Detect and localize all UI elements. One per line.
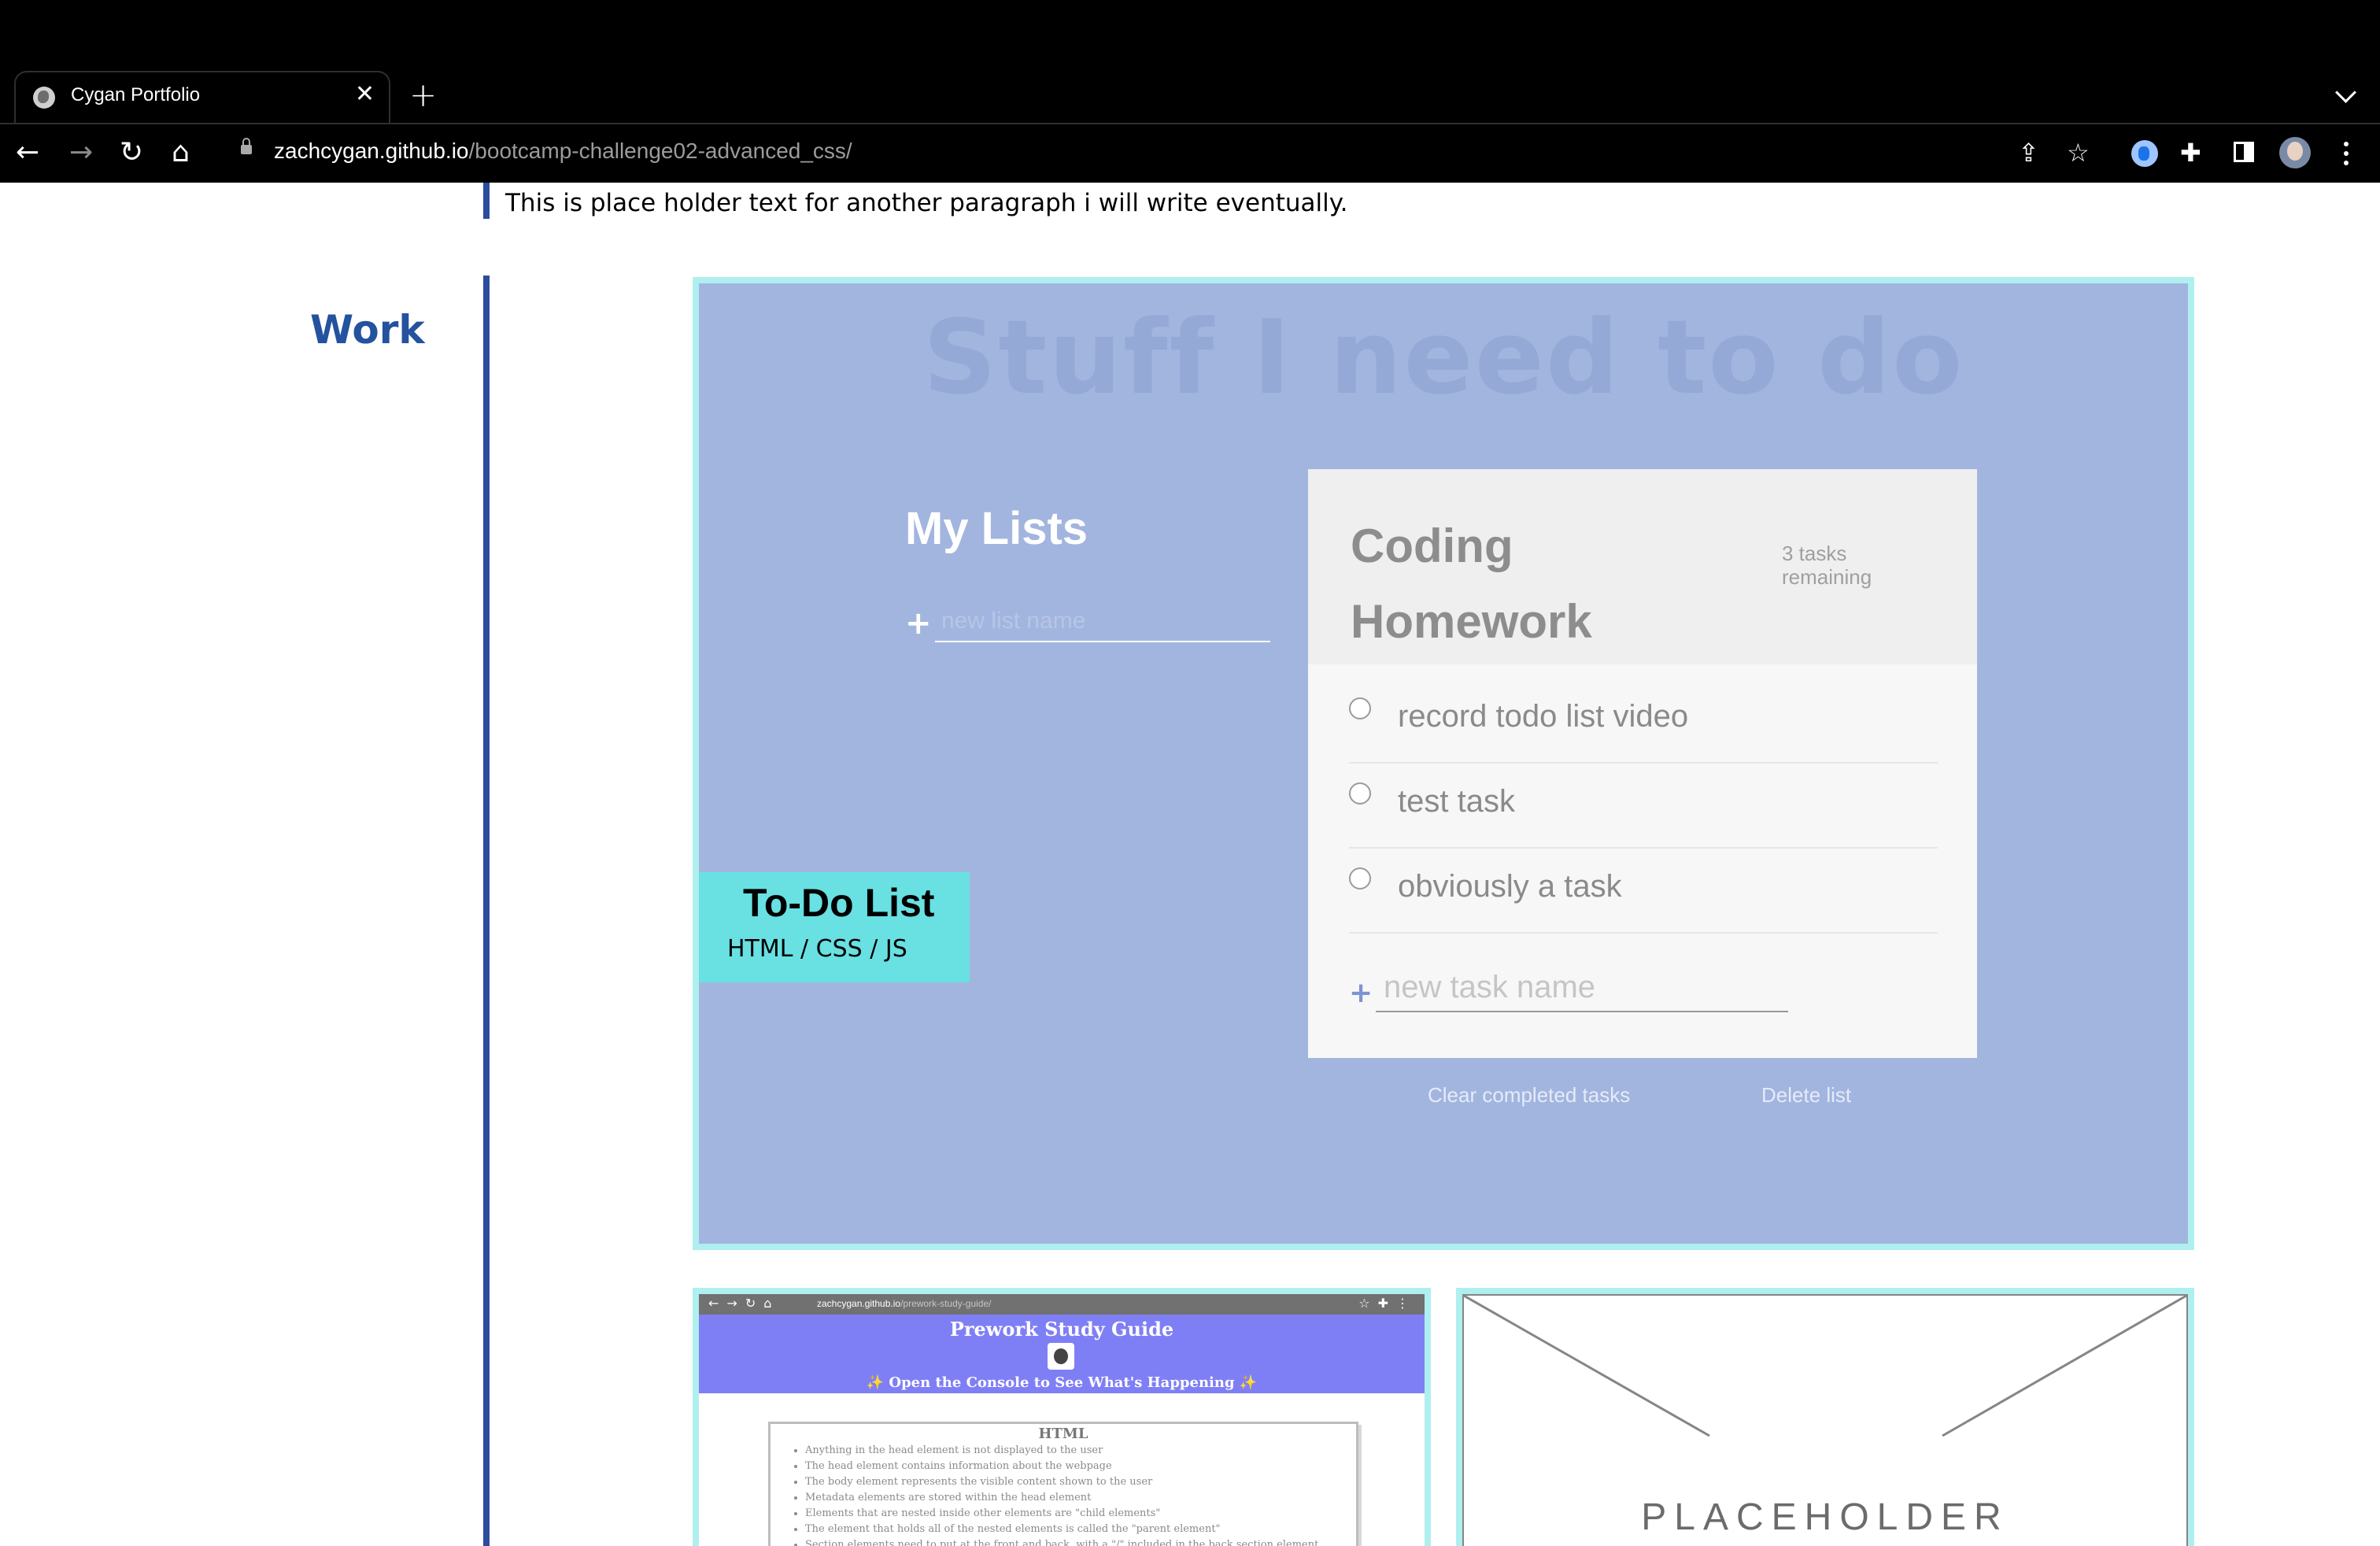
work-accent-bar bbox=[483, 276, 490, 1546]
home-icon[interactable]: ⌂ bbox=[172, 134, 190, 172]
task-checkbox[interactable] bbox=[1349, 867, 1371, 890]
address-bar[interactable]: zachcygan.github.io/bootcamp-challenge02… bbox=[274, 139, 852, 164]
task-label: record todo list video bbox=[1398, 699, 1689, 734]
extension-globe-icon[interactable] bbox=[2131, 140, 2158, 167]
list-item: The head element contains information ab… bbox=[805, 1459, 1318, 1474]
mini-url: zachcygan.github.io/prework-study-guide/ bbox=[817, 1298, 991, 1309]
bookmark-star-icon[interactable]: ☆ bbox=[2067, 134, 2090, 172]
url-path: /bootcamp-challenge02-advanced_css/ bbox=[468, 139, 852, 163]
mini-url-path: /prework-study-guide/ bbox=[900, 1298, 992, 1309]
globe-icon bbox=[33, 87, 55, 109]
browser-menu-icon[interactable] bbox=[2344, 142, 2349, 165]
project-thumbnail-placeholder[interactable]: PLACEHOLDER bbox=[1456, 1288, 2194, 1546]
task-label: obviously a task bbox=[1398, 869, 1622, 904]
about-paragraph: This is place holder text for another pa… bbox=[505, 189, 1348, 217]
tasks-remaining: 3 tasks remaining bbox=[1782, 542, 1872, 589]
task-item[interactable]: obviously a task bbox=[1349, 850, 1938, 934]
todo-list-header: Coding Homework 3 tasks remaining bbox=[1308, 469, 1977, 664]
add-task-plus-icon[interactable]: + bbox=[1349, 978, 1373, 1009]
list-item: Section elements need to put at the fron… bbox=[805, 1537, 1318, 1546]
page-content: This is place holder text for another pa… bbox=[0, 183, 2380, 1546]
list-item: Metadata elements are stored within the … bbox=[805, 1490, 1318, 1506]
work-heading: Work bbox=[310, 307, 425, 353]
lock-icon[interactable] bbox=[241, 138, 252, 154]
todo-app-title: Stuff I need to do bbox=[922, 298, 1964, 417]
browser-tab[interactable]: Cygan Portfolio ✕ bbox=[14, 71, 390, 123]
close-tab-icon[interactable]: ✕ bbox=[355, 80, 375, 108]
list-item: The body element represents the visible … bbox=[805, 1474, 1318, 1490]
placeholder-label: PLACEHOLDER bbox=[1641, 1496, 2009, 1538]
back-icon[interactable]: ← bbox=[16, 134, 39, 172]
mini-nav-icons: ←→↻⌂ bbox=[708, 1296, 780, 1311]
add-list-plus-icon[interactable]: + bbox=[905, 608, 932, 639]
side-panel-icon[interactable] bbox=[2234, 142, 2254, 162]
browser-chrome: Cygan Portfolio ✕ + ← → ↻ ⌂ zachcygan.gi… bbox=[0, 0, 2380, 183]
list-title: Coding Homework bbox=[1351, 520, 1592, 648]
task-checkbox[interactable] bbox=[1349, 697, 1371, 719]
task-checkbox[interactable] bbox=[1349, 782, 1371, 804]
mini-page-header: Prework Study Guide ✨ Open the Console t… bbox=[699, 1315, 1425, 1393]
profile-avatar[interactable] bbox=[2279, 137, 2311, 168]
extensions-puzzle-icon[interactable]: ✚ bbox=[2180, 134, 2201, 172]
featured-project-todo[interactable]: Stuff I need to do My Lists + Coding Hom… bbox=[693, 277, 2194, 1250]
todo-list-card: Coding Homework 3 tasks remaining record… bbox=[1308, 469, 1977, 1058]
url-host: zachcygan.github.io bbox=[274, 139, 469, 163]
forward-icon[interactable]: → bbox=[69, 134, 93, 172]
task-label: test task bbox=[1398, 784, 1515, 819]
browser-toolbar: ← → ↻ ⌂ zachcygan.github.io/bootcamp-cha… bbox=[0, 123, 2380, 183]
reload-icon[interactable]: ↻ bbox=[120, 134, 143, 172]
tab-search-chevron-icon[interactable] bbox=[2335, 82, 2356, 103]
github-logo-icon bbox=[1048, 1343, 1074, 1370]
mini-url-host: zachcygan.github.io bbox=[817, 1298, 901, 1309]
clear-completed-button[interactable]: Clear completed tasks bbox=[1428, 1083, 1630, 1108]
list-item: The element that holds all of the nested… bbox=[805, 1522, 1318, 1537]
mini-card-title: HTML bbox=[1038, 1426, 1088, 1442]
mini-console-note: ✨ Open the Console to See What's Happeni… bbox=[866, 1374, 1258, 1391]
task-item[interactable]: record todo list video bbox=[1349, 680, 1938, 764]
list-item: Elements that are nested inside other el… bbox=[805, 1506, 1318, 1522]
task-item[interactable]: test task bbox=[1349, 765, 1938, 849]
new-list-input[interactable] bbox=[935, 601, 1270, 642]
my-lists-heading: My Lists bbox=[905, 503, 1088, 554]
mini-notes-list: Anything in the head element is not disp… bbox=[794, 1443, 1318, 1546]
project-label[interactable]: To-Do List HTML / CSS / JS bbox=[699, 872, 970, 982]
project-tech: HTML / CSS / JS bbox=[727, 935, 907, 963]
mini-browser-bar: ←→↻⌂ zachcygan.github.io/prework-study-g… bbox=[699, 1294, 1425, 1315]
delete-list-button[interactable]: Delete list bbox=[1761, 1083, 1851, 1108]
mini-page-title: Prework Study Guide bbox=[949, 1318, 1174, 1341]
tab-title: Cygan Portfolio bbox=[71, 84, 201, 105]
new-tab-button[interactable]: + bbox=[409, 76, 437, 115]
new-task-input[interactable] bbox=[1376, 963, 1788, 1012]
mini-toolbar-icons: ☆✚⋮ bbox=[1358, 1296, 1417, 1311]
list-item: Anything in the head element is not disp… bbox=[805, 1443, 1318, 1459]
mini-html-card: HTML Anything in the head element is not… bbox=[768, 1422, 1358, 1546]
project-thumbnail-prework[interactable]: ←→↻⌂ zachcygan.github.io/prework-study-g… bbox=[693, 1288, 1431, 1546]
project-name: To-Do List bbox=[743, 881, 935, 925]
share-icon[interactable]: ⇪ bbox=[2018, 134, 2039, 172]
about-accent-bar bbox=[483, 183, 490, 219]
